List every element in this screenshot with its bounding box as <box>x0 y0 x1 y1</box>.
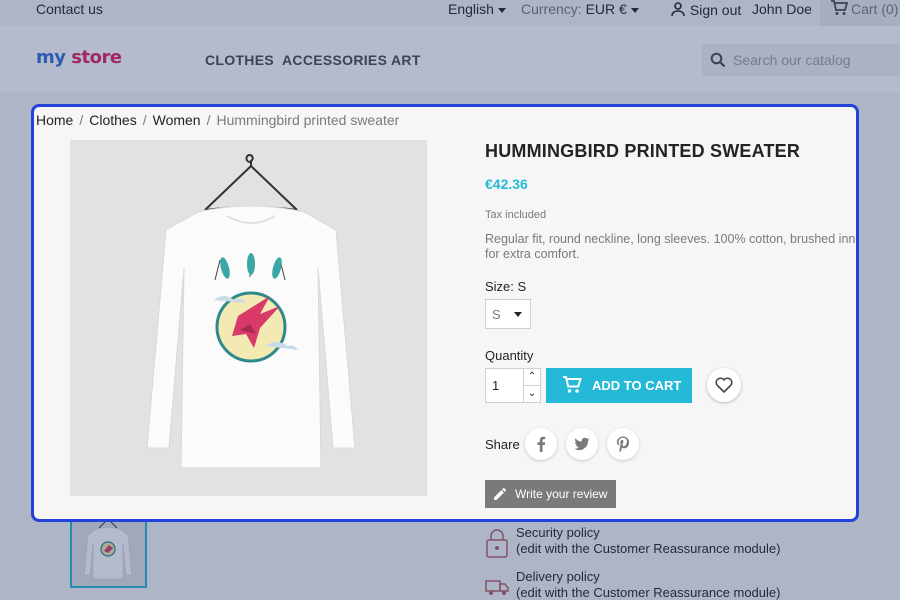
breadcrumb-current: Hummingbird printed sweater <box>216 112 400 128</box>
quantity-increase-button[interactable]: ⌃ <box>524 369 540 386</box>
wishlist-button[interactable] <box>707 368 741 402</box>
tax-label: Tax included <box>485 209 547 221</box>
quantity-label: Quantity <box>485 348 534 363</box>
share-facebook-button[interactable] <box>525 428 557 460</box>
write-review-label: Write your review <box>515 487 608 501</box>
breadcrumb-women[interactable]: Women <box>153 112 201 128</box>
product-price: €42.36 <box>485 176 528 192</box>
share-pinterest-button[interactable] <box>607 428 639 460</box>
size-select-value: S <box>492 307 501 322</box>
add-to-cart-button[interactable]: ADD TO CART <box>546 368 692 403</box>
size-label: Size: S <box>485 279 527 294</box>
add-to-cart-label: ADD TO CART <box>592 378 682 393</box>
write-review-button[interactable]: Write your review <box>485 480 616 508</box>
size-select[interactable]: S <box>485 299 531 329</box>
quantity-stepper: ⌃ ⌄ <box>523 368 541 403</box>
product-description: Regular fit, round neckline, long sleeve… <box>485 232 859 262</box>
chevron-down-icon <box>514 312 522 317</box>
share-label: Share <box>485 437 520 452</box>
pencil-icon <box>494 487 507 500</box>
product-title: HUMMINGBIRD PRINTED SWEATER <box>485 141 801 161</box>
quantity-input[interactable]: 1 <box>485 368 524 403</box>
breadcrumb-home[interactable]: Home <box>36 112 73 128</box>
quantity-value: 1 <box>492 378 500 393</box>
facebook-icon <box>537 436 546 452</box>
quantity-decrease-button[interactable]: ⌄ <box>524 386 540 403</box>
heart-icon <box>715 377 733 393</box>
sweater-image <box>146 153 356 469</box>
breadcrumb-clothes[interactable]: Clothes <box>89 112 136 128</box>
product-detail-panel: Home / Clothes / Women / Hummingbird printed s… <box>31 104 859 522</box>
description-line-2: for extra comfort. <box>485 247 580 261</box>
share-twitter-button[interactable] <box>566 428 598 460</box>
pinterest-icon <box>616 436 630 452</box>
twitter-icon <box>574 437 590 451</box>
cart-icon <box>563 376 582 393</box>
product-image[interactable] <box>70 140 427 496</box>
breadcrumb: Home / Clothes / Women / Hummingbird printed s… <box>36 112 400 128</box>
description-line-1: Regular fit, round neckline, long sleeve… <box>485 232 859 246</box>
